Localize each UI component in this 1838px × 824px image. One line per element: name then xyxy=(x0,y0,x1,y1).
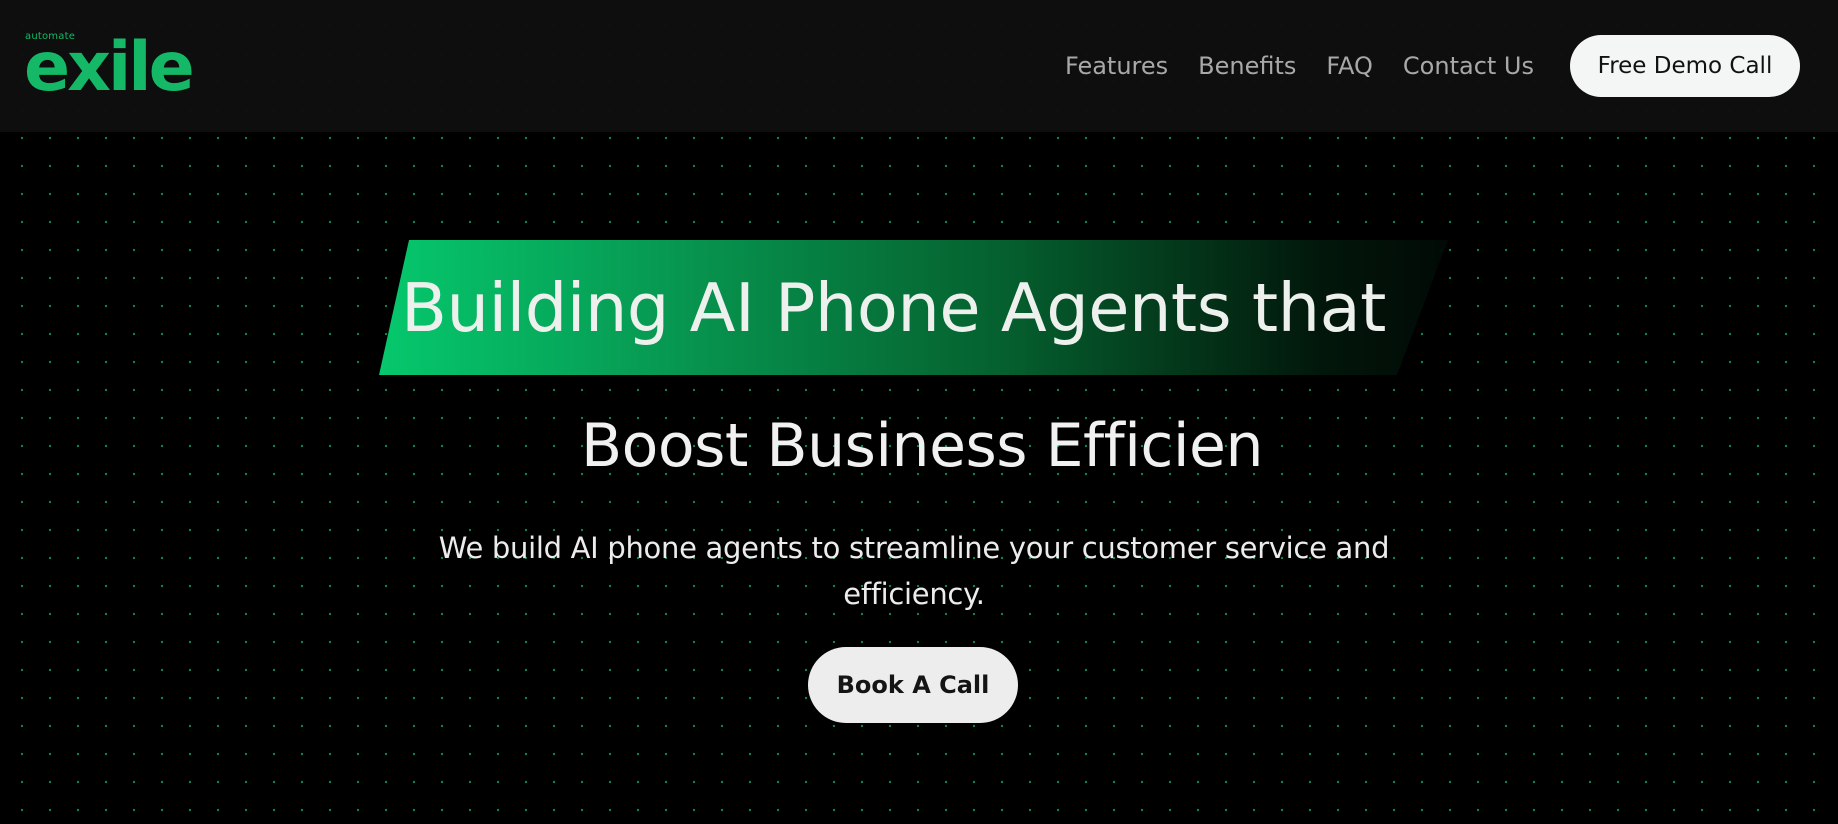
site-header: automate exile Features Benefits FAQ Con… xyxy=(0,0,1838,132)
landing-page: automate exile Features Benefits FAQ Con… xyxy=(0,0,1838,824)
logo-wordmark: exile xyxy=(24,28,195,107)
main-nav: Features Benefits FAQ Contact Us Free De… xyxy=(1065,0,1838,132)
hero-headline-line-1: Building AI Phone Agents that xyxy=(401,268,1386,347)
free-demo-call-button[interactable]: Free Demo Call xyxy=(1570,35,1800,97)
nav-link-features[interactable]: Features xyxy=(1065,52,1168,80)
book-a-call-button[interactable]: Book A Call xyxy=(808,647,1018,723)
nav-link-contact-us[interactable]: Contact Us xyxy=(1403,52,1534,80)
brand-logo[interactable]: automate exile xyxy=(24,28,195,102)
nav-link-benefits[interactable]: Benefits xyxy=(1198,52,1296,80)
hero-subtext: We build AI phone agents to streamline y… xyxy=(438,531,1390,611)
nav-link-faq[interactable]: FAQ xyxy=(1326,52,1373,80)
hero-headline-line-2: Boost Business Efficien xyxy=(580,411,1264,481)
